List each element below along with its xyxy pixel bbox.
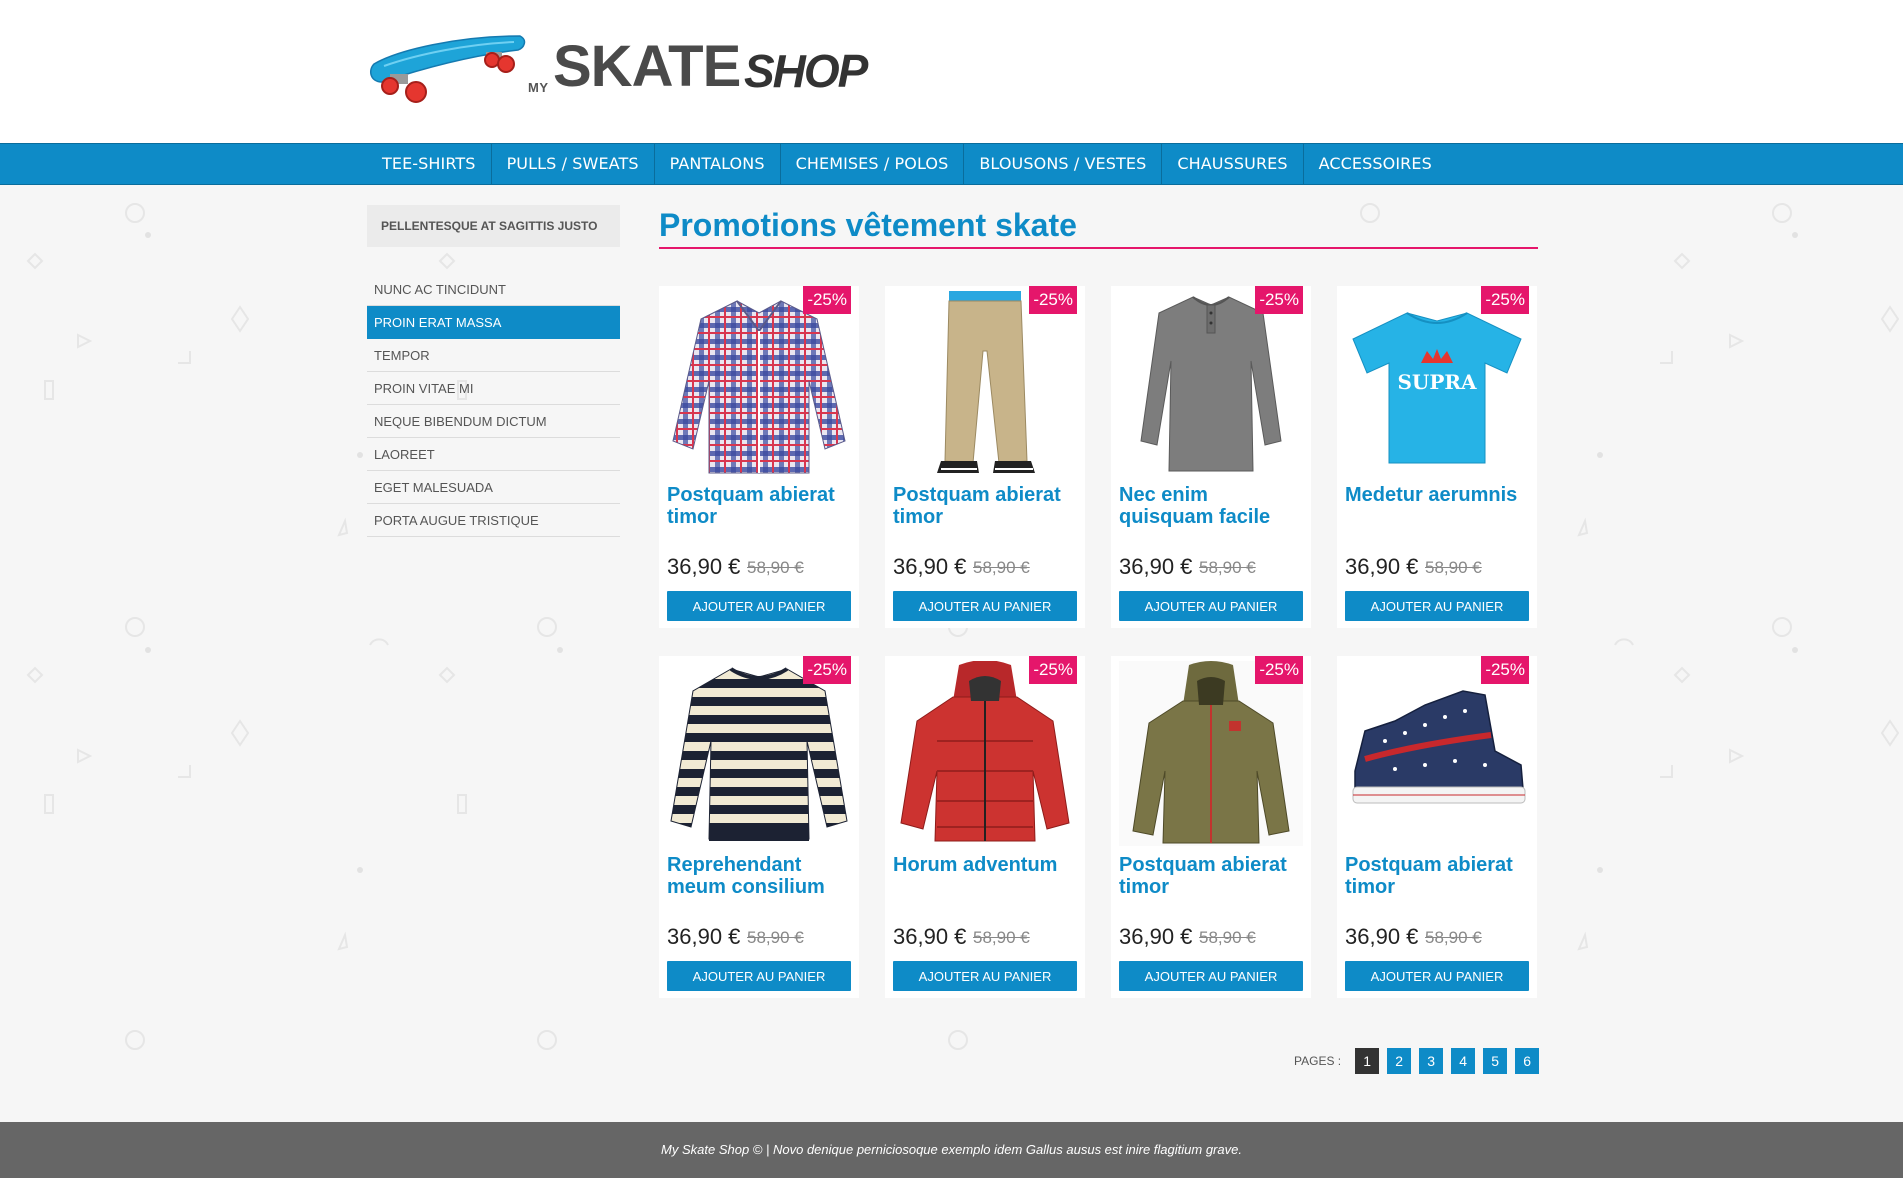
product-old-price: 58,90 €	[747, 928, 804, 947]
footer-text: My Skate Shop © | Novo denique pernicios…	[661, 1142, 1242, 1157]
main-section: Promotions vêtement skate -25% Postquam …	[659, 205, 1538, 998]
nav-item-pulls-sweats[interactable]: PULLS / SWEATS	[492, 144, 655, 184]
product-name[interactable]: Nec enim quisquam facile	[1119, 484, 1305, 528]
product-card[interactable]: -25% Reprehendant meum consilium 36,90 €…	[659, 656, 859, 998]
discount-badge: -25%	[803, 656, 851, 684]
product-price: 36,90 €	[893, 554, 967, 579]
product-old-price: 58,90 €	[973, 928, 1030, 947]
product-name[interactable]: Postquam abierat timor	[1345, 854, 1531, 898]
sidebar-item[interactable]: LAOREET	[367, 438, 620, 471]
product-name[interactable]: Postquam abierat timor	[667, 484, 853, 528]
product-image-blue-tshirt[interactable]: SUPRA	[1345, 291, 1529, 476]
add-to-cart-button[interactable]: AJOUTER AU PANIER	[1119, 591, 1303, 621]
product-card[interactable]: -25% Postquam abierat timor 36,90 € 58,9…	[885, 286, 1085, 628]
discount-badge: -25%	[1255, 286, 1303, 314]
nav-item-pantalons[interactable]: PANTALONS	[655, 144, 781, 184]
product-name[interactable]: Medetur aerumnis	[1345, 484, 1531, 506]
page-link-current[interactable]: 1	[1355, 1048, 1380, 1074]
pagination: PAGES : 1 2 3 4 5 6	[1294, 1048, 1547, 1074]
product-price: 36,90 €	[1345, 924, 1419, 949]
discount-badge: -25%	[1481, 286, 1529, 314]
sidebar-item-active[interactable]: PROIN ERAT MASSA	[367, 306, 620, 339]
nav-item-blousons-vestes[interactable]: BLOUSONS / VESTES	[964, 144, 1163, 184]
nav-item-chaussures[interactable]: CHAUSSURES	[1162, 144, 1304, 184]
pagination-label: PAGES :	[1294, 1054, 1342, 1068]
product-old-price: 58,90 €	[973, 558, 1030, 577]
discount-badge: -25%	[1481, 656, 1529, 684]
product-card[interactable]: -25% Postquam abierat timor 36,90 € 58,9…	[1337, 656, 1537, 998]
add-to-cart-button[interactable]: AJOUTER AU PANIER	[1119, 961, 1303, 991]
product-name[interactable]: Postquam abierat timor	[1119, 854, 1305, 898]
product-price: 36,90 €	[667, 924, 741, 949]
product-card[interactable]: SUPRA -25% Medetur aerumnis 36,90 € 58,9…	[1337, 286, 1537, 628]
product-image-star-sneaker[interactable]	[1345, 661, 1529, 846]
product-name[interactable]: Horum adventum	[893, 854, 1079, 876]
product-price: 36,90 €	[667, 554, 741, 579]
page-link[interactable]: 5	[1483, 1048, 1508, 1074]
nav-item-accessoires[interactable]: ACCESSOIRES	[1304, 144, 1447, 184]
skateboard-icon	[369, 35, 526, 103]
add-to-cart-button[interactable]: AJOUTER AU PANIER	[1345, 961, 1529, 991]
main-navigation: TEE-SHIRTS PULLS / SWEATS PANTALONS CHEM…	[0, 143, 1903, 185]
discount-badge: -25%	[1255, 656, 1303, 684]
product-old-price: 58,90 €	[1425, 928, 1482, 947]
page-title: Promotions vêtement skate	[659, 205, 1538, 249]
discount-badge: -25%	[1029, 656, 1077, 684]
product-name[interactable]: Reprehendant meum consilium	[667, 854, 853, 898]
brand-skate: SKATE	[553, 34, 741, 99]
page-link[interactable]: 2	[1387, 1048, 1412, 1074]
product-price: 36,90 €	[1345, 554, 1419, 579]
product-price: 36,90 €	[1119, 554, 1193, 579]
sidebar-title: PELLENTESQUE AT SAGITTIS JUSTO	[367, 205, 620, 247]
sidebar-item[interactable]: NUNC AC TINCIDUNT	[367, 273, 620, 306]
site-footer: My Skate Shop © | Novo denique pernicios…	[0, 1122, 1903, 1178]
site-logo[interactable]: MY SKATE SHOP	[368, 28, 868, 118]
product-card[interactable]: -25% Nec enim quisquam facile 36,90 € 58…	[1111, 286, 1311, 628]
product-name[interactable]: Postquam abierat timor	[893, 484, 1079, 528]
product-old-price: 58,90 €	[1425, 558, 1482, 577]
page-link[interactable]: 6	[1515, 1048, 1540, 1074]
product-image-grey-henley[interactable]	[1119, 291, 1303, 476]
product-old-price: 58,90 €	[1199, 928, 1256, 947]
product-price: 36,90 €	[1119, 924, 1193, 949]
product-card[interactable]: -25% Horum adventum 36,90 € 58,90 € AJOU…	[885, 656, 1085, 998]
sidebar-item[interactable]: TEMPOR	[367, 339, 620, 372]
page-link[interactable]: 4	[1451, 1048, 1476, 1074]
tshirt-print-text: SUPRA	[1397, 370, 1477, 394]
product-image-olive-hoodie[interactable]	[1119, 661, 1303, 846]
sidebar-item[interactable]: PORTA AUGUE TRISTIQUE	[367, 504, 620, 537]
product-price: 36,90 €	[893, 924, 967, 949]
product-image-plaid-shirt[interactable]	[667, 291, 851, 476]
discount-badge: -25%	[803, 286, 851, 314]
product-image-striped-sweater[interactable]	[667, 661, 851, 846]
nav-item-chemises-polos[interactable]: CHEMISES / POLOS	[781, 144, 965, 184]
sidebar-item[interactable]: EGET MALESUADA	[367, 471, 620, 504]
product-image-red-puffer-jacket[interactable]	[893, 661, 1077, 846]
sidebar-item[interactable]: PROIN VITAE MI	[367, 372, 620, 405]
page-link[interactable]: 3	[1419, 1048, 1444, 1074]
add-to-cart-button[interactable]: AJOUTER AU PANIER	[667, 961, 851, 991]
brand-shop: SHOP	[744, 45, 868, 97]
product-image-khaki-pants[interactable]	[893, 291, 1077, 476]
product-card[interactable]: -25% Postquam abierat timor 36,90 € 58,9…	[659, 286, 859, 628]
product-card[interactable]: -25% Postquam abierat timor 36,90 € 58,9…	[1111, 656, 1311, 998]
discount-badge: -25%	[1029, 286, 1077, 314]
sidebar-item[interactable]: NEQUE BIBENDUM DICTUM	[367, 405, 620, 438]
sidebar-list: NUNC AC TINCIDUNT PROIN ERAT MASSA TEMPO…	[367, 273, 620, 537]
add-to-cart-button[interactable]: AJOUTER AU PANIER	[893, 591, 1077, 621]
product-old-price: 58,90 €	[1199, 558, 1256, 577]
add-to-cart-button[interactable]: AJOUTER AU PANIER	[893, 961, 1077, 991]
sidebar: PELLENTESQUE AT SAGITTIS JUSTO NUNC AC T…	[367, 205, 620, 537]
add-to-cart-button[interactable]: AJOUTER AU PANIER	[667, 591, 851, 621]
brand-my: MY	[528, 80, 549, 95]
product-old-price: 58,90 €	[747, 558, 804, 577]
site-header: MY SKATE SHOP	[0, 0, 1903, 143]
add-to-cart-button[interactable]: AJOUTER AU PANIER	[1345, 591, 1529, 621]
nav-item-tee-shirts[interactable]: TEE-SHIRTS	[367, 144, 492, 184]
